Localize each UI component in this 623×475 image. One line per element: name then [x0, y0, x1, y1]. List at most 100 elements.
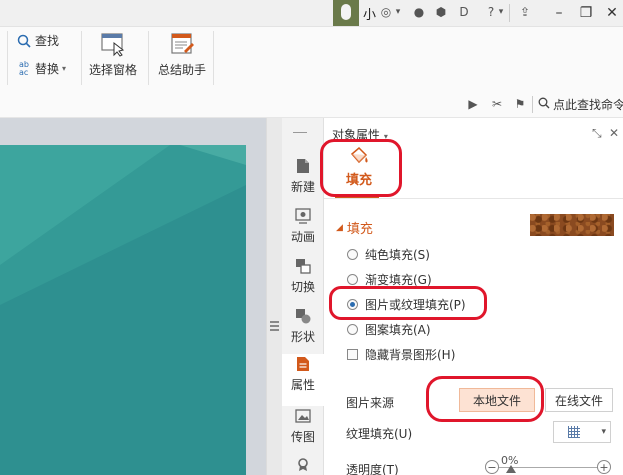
- select-pane-button[interactable]: 选择窗格: [89, 31, 137, 78]
- local-file-button[interactable]: 本地文件: [459, 388, 535, 412]
- help-chevron-icon[interactable]: ▾: [496, 3, 506, 21]
- picture-source-label: 图片来源: [346, 396, 395, 410]
- tab-upload-image[interactable]: 传图: [282, 406, 324, 454]
- tab-label: 传图: [290, 430, 315, 444]
- panel-splitter[interactable]: [266, 118, 282, 475]
- chevron-down-icon[interactable]: ▾: [393, 3, 403, 21]
- pattern-fill-option[interactable]: 图案填充(A): [347, 321, 431, 338]
- find-label: 查找: [35, 34, 60, 48]
- tab-animation[interactable]: 动画: [282, 206, 324, 254]
- decrease-icon[interactable]: −: [485, 460, 499, 474]
- replace-icon: ab ac: [19, 59, 29, 77]
- flag-icon[interactable]: ⚑: [512, 96, 528, 112]
- divider: [213, 31, 214, 85]
- summary-icon: [169, 31, 195, 57]
- picture-texture-fill-option[interactable]: 图片或纹理填充(P): [347, 296, 466, 313]
- option-label: 图案填充(A): [365, 323, 431, 337]
- replace-button[interactable]: ab ac 替换 ▾: [16, 60, 66, 77]
- chevron-down-icon: ▾: [62, 64, 67, 73]
- divider: [532, 96, 533, 113]
- divider: [7, 31, 8, 85]
- radio-button[interactable]: [347, 249, 358, 260]
- divider: [148, 31, 149, 85]
- transition-icon: [295, 258, 311, 274]
- tab-new[interactable]: 新建: [282, 156, 324, 204]
- paint-bucket-icon: [348, 146, 370, 166]
- hide-background-option[interactable]: 隐藏背景图形(H): [347, 346, 455, 363]
- texture-preview: [530, 214, 614, 236]
- select-pane-label: 选择窗格: [89, 63, 138, 77]
- gradient-fill-option[interactable]: 渐变填充(G): [347, 271, 432, 288]
- tools-icon[interactable]: ✂: [489, 96, 505, 112]
- texture-fill-label: 纹理填充(U): [346, 427, 413, 441]
- title-bar: 小 ◎ ▾ ● ⬢ D ? ▾ ⇪ – ❐ ✕: [0, 0, 623, 27]
- collapse-icon[interactable]: ⤡: [592, 126, 602, 141]
- radio-button-selected[interactable]: [347, 299, 358, 310]
- share-icon[interactable]: D: [455, 3, 473, 21]
- ribbon: 查找 ab ac 替换 ▾ 选择窗格 总结助手: [0, 27, 623, 91]
- tab-label: 切换: [290, 280, 315, 294]
- upload-image-icon: [295, 408, 311, 424]
- tab-fill[interactable]: 填充: [335, 146, 383, 192]
- increase-icon[interactable]: +: [597, 460, 611, 474]
- tab-label: 动画: [290, 230, 315, 244]
- solid-fill-option[interactable]: 纯色填充(S): [347, 246, 430, 263]
- summary-assistant-label: 总结助手: [158, 63, 207, 77]
- video-icon[interactable]: ▶: [465, 96, 481, 112]
- minimize-icon[interactable]: –: [548, 2, 570, 24]
- select-pane-icon: [100, 31, 126, 57]
- skin-icon[interactable]: ●: [410, 3, 428, 21]
- shape-icon: [295, 308, 311, 324]
- cube-icon[interactable]: ⬢: [432, 3, 450, 21]
- transparency-label: 透明度(T): [346, 463, 399, 475]
- chevron-down-icon: ▾: [601, 427, 606, 437]
- divider: [81, 31, 82, 85]
- username[interactable]: 小: [363, 4, 376, 23]
- fill-tab-label: 填充: [345, 173, 372, 188]
- property-icon: [295, 356, 311, 372]
- ribbon-icon: [295, 458, 311, 472]
- avatar[interactable]: [333, 0, 359, 26]
- command-search[interactable]: 点此查找命令: [538, 96, 623, 113]
- tab-shape[interactable]: 形状: [282, 306, 324, 354]
- divider: [509, 4, 510, 22]
- online-file-button[interactable]: 在线文件: [545, 388, 613, 412]
- find-button[interactable]: 查找: [16, 32, 59, 49]
- radio-button[interactable]: [347, 274, 358, 285]
- transparency-slider-thumb[interactable]: [506, 465, 516, 473]
- fill-section-label: 填充: [346, 222, 373, 237]
- slide-workarea: [0, 118, 266, 475]
- tab-transition[interactable]: 切换: [282, 256, 324, 304]
- restore-icon[interactable]: ❐: [575, 2, 597, 24]
- slide-canvas[interactable]: [0, 145, 246, 475]
- option-label: 图片或纹理填充(P): [365, 298, 466, 312]
- checkbox[interactable]: [347, 349, 358, 360]
- radio-button[interactable]: [347, 324, 358, 335]
- texture-dropdown[interactable]: ▾: [553, 421, 611, 443]
- panel-title[interactable]: 对象属性 ▾: [332, 126, 388, 143]
- divider: [324, 198, 623, 199]
- option-label: 渐变填充(G): [365, 273, 432, 287]
- property-panel: 对象属性 ▾ ⤡ ✕ 填充 ◢ 填充 纯色填充(S) 渐变填充(G) 图片或纹理…: [324, 118, 623, 475]
- tab-more[interactable]: [282, 456, 324, 475]
- search-icon: [538, 97, 550, 112]
- animation-icon: [295, 208, 311, 224]
- option-label: 纯色填充(S): [365, 248, 430, 262]
- option-label: 隐藏背景图形(H): [365, 348, 456, 362]
- tab-label: 形状: [290, 330, 315, 344]
- fill-section-header[interactable]: ◢ 填充: [336, 218, 373, 237]
- replace-label: 替换: [35, 62, 60, 76]
- tab-label: 新建: [290, 180, 315, 194]
- find-icon: [16, 33, 32, 49]
- close-icon[interactable]: ✕: [609, 126, 619, 140]
- texture-pattern-icon: [568, 426, 580, 438]
- summary-assistant-button[interactable]: 总结助手: [158, 31, 206, 78]
- new-icon: [295, 158, 311, 174]
- drag-handle-icon[interactable]: [270, 321, 279, 331]
- tab-property[interactable]: 属性: [282, 354, 324, 406]
- divider: [293, 132, 307, 133]
- quick-toolbar: ▶ ✂ ⚑ 点此查找命令: [0, 91, 623, 118]
- collapse-triangle-icon: ◢: [336, 222, 343, 233]
- upload-icon[interactable]: ⇪: [516, 3, 534, 21]
- close-icon[interactable]: ✕: [601, 2, 623, 24]
